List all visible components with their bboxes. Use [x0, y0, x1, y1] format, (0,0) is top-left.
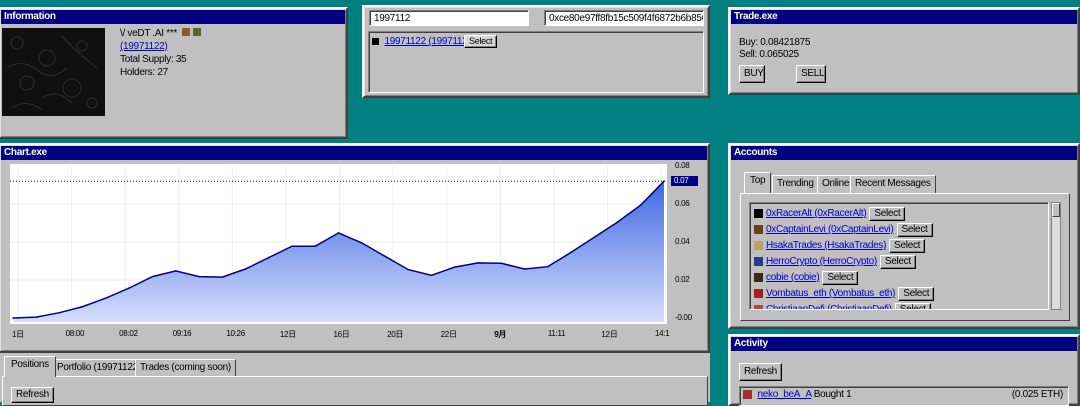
- x-tick-label: 20日: [387, 330, 404, 339]
- accounts-panel: 0xRacerAlt (0xRacerAlt) Select 0xCaptainLe…: [740, 193, 1070, 321]
- search-window: 1997112 0xce80e97ff8fb15c509f4f6872b6b85…: [362, 5, 710, 98]
- y-tick-label: -0.00: [675, 313, 692, 322]
- account-select-button[interactable]: Select: [898, 287, 935, 301]
- token-image: [2, 28, 105, 116]
- tab-recent-messages[interactable]: Recent Messages: [850, 175, 936, 193]
- chart-window: Chart.exe: [0, 143, 710, 353]
- account-link[interactable]: cobie (cobie): [766, 272, 820, 283]
- tab-positions[interactable]: Positions: [4, 356, 56, 377]
- account-select-button[interactable]: Select: [896, 223, 933, 237]
- x-tick-label: 16日: [333, 330, 350, 339]
- token-name-text: \/ veDT .AI ***: [120, 28, 178, 39]
- y-tick-label: 0.02: [675, 275, 690, 284]
- x-tick-label: 09:16: [172, 329, 192, 338]
- result-link[interactable]: 19971122 (19971122): [384, 36, 476, 47]
- address-input[interactable]: 0xce80e97ff8fb15c509f4f6872b6b856E: [544, 10, 704, 26]
- activity-user-link[interactable]: neko_beA_A: [757, 389, 811, 400]
- tab-portfolio[interactable]: Portfolio (19971122): [52, 359, 146, 377]
- tab-online[interactable]: Online: [817, 175, 855, 193]
- result-square-icon: [372, 37, 379, 45]
- account-link[interactable]: ChristiaanDefi (ChristiaanDefi): [766, 304, 892, 309]
- positions-refresh-button[interactable]: Refresh: [11, 387, 54, 403]
- search-input[interactable]: 1997112: [369, 10, 529, 26]
- token-name: \/ veDT .AI ***: [120, 28, 201, 39]
- activity-list: neko_beA_A Bought 1 (0.025 ETH): [739, 386, 1069, 406]
- avatar-icon: [754, 208, 763, 218]
- x-tick-label: 1日: [12, 330, 24, 339]
- total-supply: Total Supply: 35: [120, 54, 187, 65]
- x-tick-label: 9月: [494, 330, 507, 339]
- buy-button[interactable]: BUY: [739, 65, 765, 83]
- avatar-icon: [754, 272, 763, 282]
- holders-count: Holders: 27: [120, 67, 168, 78]
- account-select-button[interactable]: Select: [879, 255, 916, 269]
- x-tick-label: 10:26: [226, 329, 245, 338]
- activity-avatar-icon: [743, 389, 752, 399]
- accounts-list: 0xRacerAlt (0xRacerAlt) Select 0xCaptainLe…: [749, 202, 1049, 310]
- account-link[interactable]: Vombatus_eth (Vombatus_eth): [766, 288, 896, 299]
- activity-action: Bought 1: [813, 389, 852, 400]
- account-link[interactable]: 0xCaptainLevi (0xCaptainLevi): [766, 224, 894, 235]
- y-tick-label: 0.06: [675, 199, 690, 208]
- account-select-button[interactable]: Select: [869, 207, 906, 221]
- activity-refresh-button[interactable]: Refresh: [739, 363, 782, 381]
- information-title: Information: [1, 10, 345, 24]
- token-flag-icon: [192, 28, 201, 36]
- activity-row: neko_beA_A Bought 1 (0.025 ETH): [743, 389, 1063, 400]
- account-row: 0xCaptainLevi (0xCaptainLevi) Select: [754, 222, 933, 238]
- search-results: 19971122 (19971122) Select: [368, 31, 704, 93]
- chart-title: Chart.exe: [1, 146, 707, 160]
- account-select-button[interactable]: Select: [822, 271, 859, 285]
- account-row: cobie (cobie) Select: [754, 270, 859, 286]
- accounts-scrollbar-thumb[interactable]: [1052, 203, 1060, 217]
- activity-amount: (0.025 ETH): [1011, 389, 1063, 400]
- account-row: 0xRacerAlt (0xRacerAlt) Select: [754, 206, 906, 222]
- activity-title: Activity: [731, 337, 1077, 351]
- trade-title: Trade.exe: [731, 10, 1077, 24]
- account-link[interactable]: HerroCrypto (HerroCrypto): [766, 256, 877, 267]
- tab-trades[interactable]: Trades (coming soon): [135, 359, 236, 377]
- avatar-icon: [754, 304, 763, 309]
- bottom-tabs-area: Positions Portfolio (19971122) Trades (c…: [0, 353, 710, 406]
- accounts-title: Accounts: [731, 146, 1077, 160]
- trade-window: Trade.exe Buy: 0.08421875 Sell: 0.065025…: [728, 7, 1080, 95]
- account-select-button[interactable]: Select: [889, 239, 926, 253]
- activity-window: Activity Refresh neko_beA_A Bought 1 (0.…: [728, 334, 1080, 406]
- avatar-icon: [754, 224, 763, 234]
- x-tick-label: 11:11: [547, 329, 566, 338]
- y-tick-label: 0.08: [675, 161, 690, 170]
- search-result-row: 19971122 (19971122): [372, 36, 476, 47]
- avatar-icon: [754, 240, 763, 250]
- tab-trending[interactable]: Trending: [772, 175, 819, 193]
- avatar-icon: [754, 288, 763, 298]
- sell-price: Sell: 0.065025: [739, 49, 799, 60]
- account-link[interactable]: 0xRacerAlt (0xRacerAlt): [766, 208, 867, 219]
- x-tick-label: 12日: [601, 330, 618, 339]
- x-tick-label: 22日: [440, 330, 457, 339]
- x-tick-label: 12日: [279, 330, 296, 339]
- account-row: Vombatus_eth (Vombatus_eth) Select: [754, 286, 935, 302]
- x-tick-label: 14:1: [655, 329, 670, 338]
- accounts-scrollbar[interactable]: [1051, 202, 1061, 310]
- account-row: HerroCrypto (HerroCrypto) Select: [754, 254, 916, 270]
- account-row: ChristiaanDefi (ChristiaanDefi) Select: [754, 302, 931, 309]
- x-tick-label: 08:00: [65, 329, 85, 338]
- accounts-window: Accounts Top Trending Online Recent Mess…: [728, 143, 1080, 329]
- avatar-icon: [754, 256, 763, 266]
- tab-top[interactable]: Top: [744, 172, 772, 193]
- token-badge-icon: [181, 28, 190, 36]
- token-image-pattern: [6, 35, 98, 111]
- token-link[interactable]: (19971122): [120, 41, 168, 52]
- account-row: HsakaTrades (HsakaTrades) Select: [754, 238, 926, 254]
- account-select-button[interactable]: Select: [894, 303, 931, 309]
- information-window: Information \/ veDT .AI *** (19971122) T…: [0, 7, 348, 139]
- buy-price: Buy: 0.08421875: [739, 37, 811, 48]
- result-select-button[interactable]: Select: [464, 35, 498, 48]
- y-tick-label: 0.04: [675, 237, 690, 246]
- sell-button[interactable]: SELL: [796, 65, 826, 83]
- current-price-badge: 0.07: [671, 176, 698, 187]
- account-link[interactable]: HsakaTrades (HsakaTrades): [766, 240, 886, 251]
- x-tick-label: 08:02: [119, 329, 138, 338]
